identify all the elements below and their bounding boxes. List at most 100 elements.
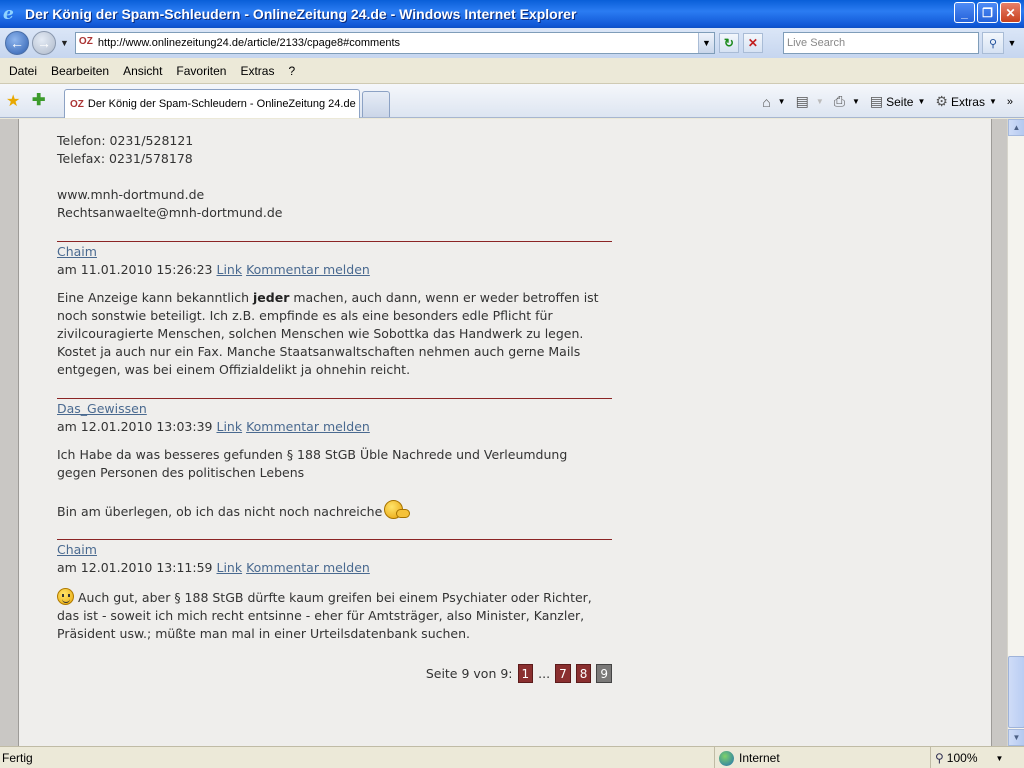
zoom-control[interactable]: ⚲ 100% ▼ [930,747,1024,768]
security-zone[interactable]: Internet [714,747,928,768]
minimize-button[interactable]: _ [954,2,975,23]
comment-author[interactable]: Chaim [57,541,97,559]
comment-text-bold: jeder [253,290,290,305]
back-button[interactable]: ← [5,31,29,55]
comment-date: am 12.01.2010 13:11:59 [57,560,213,575]
page-frame: Telefon: 0231/528121 Telefax: 0231/57817… [18,119,992,746]
globe-icon [719,750,734,766]
menu-help[interactable]: ? [281,64,302,78]
print-button[interactable]: ⎙ ▼ [831,91,863,112]
tools-menu-label: Extras [950,94,985,109]
menu-bar: Datei Bearbeiten Ansicht Favoriten Extra… [0,58,1024,84]
comment-text-part: Bin am überlegen, ob ich das nicht noch … [57,504,383,519]
tab-active[interactable]: OZ Der König der Spam-Schleudern - Onlin… [64,89,360,118]
page-icon: ▤ [869,93,884,109]
comment-meta: am 12.01.2010 13:03:39 Link Kommentar me… [57,418,370,436]
comment-permalink[interactable]: Link [216,262,242,277]
zone-label: Internet [739,751,780,765]
rss-feed-icon: ▤ [795,93,809,109]
scroll-down-button[interactable]: ▼ [1008,729,1024,746]
scroll-thumb[interactable] [1008,656,1024,728]
site-favicon-icon: OZ [78,36,93,47]
menu-datei[interactable]: Datei [2,64,44,78]
feeds-button[interactable]: ▤ ▼ [793,91,827,112]
page-link-8[interactable]: 8 [575,664,592,683]
report-comment-link[interactable]: Kommentar melden [246,419,370,434]
stop-button[interactable]: ✕ [742,33,763,53]
comment-text-line: Bin am überlegen, ob ich das nicht noch … [57,500,412,521]
recent-pages-dropdown-icon[interactable]: ▼ [60,38,69,48]
comment-author-link[interactable]: Chaim [57,244,97,259]
contact-website: www.mnh-dortmund.de [57,187,205,202]
pagination-ellipsis: ... [538,665,551,681]
new-tab-button[interactable] [362,91,390,117]
tab-favicon-icon: OZ [70,98,84,110]
vertical-scrollbar[interactable]: ▲ ▼ [1007,119,1024,746]
comment-author-link[interactable]: Chaim [57,542,97,557]
page-menu-button[interactable]: ▤ Seite ▼ [867,91,929,112]
page-link-7[interactable]: 7 [555,664,571,683]
print-icon: ⎙ [833,93,845,109]
search-options-dropdown-icon[interactable]: ▼ [1005,32,1019,54]
comment-text-line: noch sonstwie beteiligt. Ich z.B. empfin… [57,308,553,323]
zoom-dropdown-icon[interactable]: ▼ [996,754,1004,763]
comment-text-line: Eine Anzeige kann bekanntlich jeder mach… [57,289,599,307]
menu-extras[interactable]: Extras [233,64,281,78]
comment-text-line: gegen Personen des politischen Lebens [57,465,305,480]
close-button[interactable]: ✕ [1000,2,1021,23]
status-text: Fertig [2,750,33,765]
forward-button[interactable]: → [32,31,56,55]
window-title: Der König der Spam-Schleudern - OnlineZe… [25,6,577,22]
toolbar-overflow-icon[interactable]: » [1004,94,1016,110]
report-comment-link[interactable]: Kommentar melden [246,560,370,575]
home-button[interactable]: ⌂ ▼ [759,92,788,112]
menu-bearbeiten[interactable]: Bearbeiten [44,64,116,78]
comment-separator [57,241,612,242]
pagination-label: Seite 9 von 9: [425,665,513,681]
window-controls: _ ❐ ✕ [954,2,1021,23]
comment-author[interactable]: Das_Gewissen [57,400,147,418]
comment-author[interactable]: Chaim [57,243,97,261]
address-dropdown-icon[interactable]: ▼ [697,33,714,53]
favorites-center-icon[interactable]: ★ [6,91,20,111]
tab-label: Der König der Spam-Schleudern - OnlineZe… [87,98,356,110]
comment-permalink[interactable]: Link [216,419,242,434]
tools-menu-button[interactable]: ⚙ Extras ▼ [932,91,1000,112]
maximize-button[interactable]: ❐ [977,2,998,23]
report-comment-link[interactable]: Kommentar melden [246,262,370,277]
command-bar: ⌂ ▼ ▤ ▼ ⎙ ▼ ▤ Seite ▼ ⚙ Extras ▼ » [759,91,1016,112]
contact-phone: Telefon: 0231/528121 [57,133,194,148]
comment-meta: am 11.01.2010 15:26:23 Link Kommentar me… [57,261,370,279]
address-field[interactable]: OZ http://www.onlinezeitung24.de/article… [74,32,715,54]
page-current-9: 9 [596,664,612,683]
scroll-up-button[interactable]: ▲ [1008,119,1024,136]
comment-date: am 11.01.2010 15:26:23 [57,262,213,277]
add-to-favorites-icon[interactable]: ✚ [32,90,45,110]
title-bar: e Der König der Spam-Schleudern - Online… [0,0,1024,28]
comment-text-line: Ich Habe da was besseres gefunden § 188 … [57,447,568,462]
refresh-button[interactable]: ↻ [718,33,739,53]
smiley-emoticon-icon [57,588,74,605]
status-bar: Fertig Internet ⚲ 100% ▼ [0,746,1024,768]
comment-separator [57,539,612,540]
comment-permalink[interactable]: Link [216,560,242,575]
menu-ansicht[interactable]: Ansicht [116,64,169,78]
pagination: Seite 9 von 9: 1 ... 7 8 9 [57,664,612,683]
menu-favoriten[interactable]: Favoriten [169,64,233,78]
search-icon[interactable]: ⚲ [982,32,1004,54]
comment-text-line: Auch gut, aber § 188 StGB dürfte kaum gr… [57,588,592,607]
address-url[interactable]: http://www.onlinezeitung24.de/article/21… [98,37,698,49]
comment-text-part: machen, auch dann, wenn er weder betroff… [289,290,599,305]
home-icon: ⌂ [762,93,771,110]
comment-text-part: Auch gut, aber § 188 StGB dürfte kaum gr… [74,590,592,605]
comment-text-line: das ist - soweit ich mich recht entsinne… [57,608,585,623]
contact-fax: Telefax: 0231/578178 [57,151,193,166]
page-link-1[interactable]: 1 [517,664,534,683]
comment-author-link[interactable]: Das_Gewissen [57,401,147,416]
thinking-emoticon-icon [382,500,412,519]
gear-icon: ⚙ [935,93,948,109]
search-input[interactable]: Live Search [783,32,979,54]
magnifier-icon: ⚲ [935,751,944,765]
zoom-level: 100% [946,751,978,765]
comment-separator [57,398,612,399]
